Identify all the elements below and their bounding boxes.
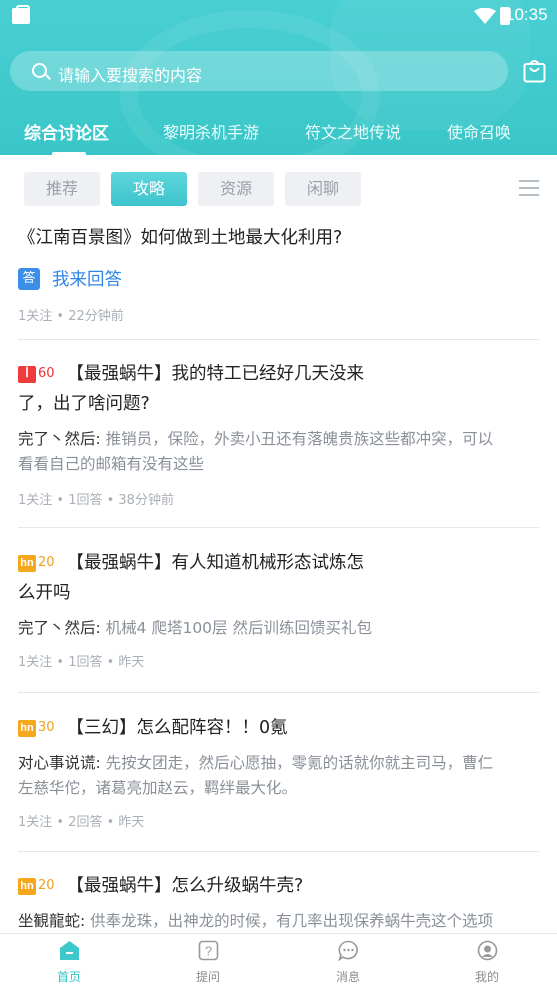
question-meta: 1关注 • 1回答 • 38分钟前 [18, 493, 174, 508]
question-title[interactable]: hn 30 【三幻】怎么配阵容！！0氪 [18, 713, 539, 743]
answer-preview[interactable]: 完了丶然后: 推销员，保险，外卖小丑还有落魄贵族这些都冲突，可以 [18, 427, 539, 452]
tab-dead-by-daylight-mobile[interactable]: 黎明杀机手游 [163, 119, 259, 143]
reward-badge-icon: hn [18, 878, 36, 895]
answer-button[interactable]: 答 我来回答 [18, 266, 539, 291]
wifi-icon [474, 8, 496, 24]
reward-points: 30 [38, 720, 55, 735]
divider [18, 851, 539, 852]
answer-user: 坐観龍蛇: [18, 912, 86, 930]
question-item[interactable]: ꟾ 60 【最强蜗牛】我的特工已经好几天没来 了，出了啥问题? 完了丶然后: 推销员… [18, 359, 539, 508]
answer-text: 先按女团走，然后心愿抽，零氪的话就你就主司马，曹仁 [105, 754, 494, 772]
nav-ask[interactable]: ? 提问 [168, 934, 248, 992]
home-icon [60, 941, 79, 960]
filter-recommended[interactable]: 推荐 [24, 172, 100, 206]
question-title-line1: 【三幻】怎么配阵容！！0氪 [66, 718, 288, 738]
reward-badge-icon: hn [18, 720, 36, 737]
nav-label: 消息 [335, 970, 360, 984]
menu-icon[interactable] [519, 180, 539, 198]
nav-profile[interactable]: 我的 [447, 934, 527, 992]
reward-badge-icon: hn [18, 555, 36, 572]
answer-text: 机械4 爬塔100层 然后训练回馈买礼包 [105, 619, 372, 637]
answer-preview[interactable]: 完了丶然后: 机械4 爬塔100层 然后训练回馈买礼包 [18, 616, 539, 641]
nav-label: 首页 [56, 970, 81, 984]
tab-legends-of-runeterra[interactable]: 符文之地传说 [305, 119, 401, 143]
category-tabs: 综合讨论区 黎明杀机手游 符文之地传说 使命召唤 [0, 112, 557, 155]
bottom-navigation: 首页 ? 提问 消息 我的 [0, 933, 557, 991]
question-title[interactable]: hn 20 【最强蜗牛】怎么升级蜗牛壳? [18, 871, 539, 901]
question-item[interactable]: 《江南百景图》如何做到土地最大化利用? 答 我来回答 1关注 • 22分钟前 [18, 223, 539, 324]
bag-notification-icon [12, 5, 30, 24]
answer-text: 推销员，保险，外卖小丑还有落魄贵族这些都冲突，可以 [105, 430, 494, 448]
question-title[interactable]: 《江南百景图》如何做到土地最大化利用? [18, 223, 539, 253]
nav-messages[interactable]: 消息 [308, 934, 388, 992]
question-feed: 《江南百景图》如何做到土地最大化利用? 答 我来回答 1关注 • 22分钟前 ꟾ… [0, 217, 557, 933]
answer-label: 我来回答 [52, 270, 122, 290]
search-icon [32, 63, 47, 78]
filter-chat[interactable]: 闲聊 [285, 172, 361, 206]
divider [18, 339, 539, 340]
reward-points: 60 [38, 366, 55, 381]
question-icon: ? [198, 940, 219, 961]
question-meta: 1关注 • 1回答 • 昨天 [18, 655, 145, 670]
question-item[interactable]: hn 20 【最强蜗牛】怎么升级蜗牛壳? 坐観龍蛇: 供奉龙珠，出神龙的时候，有几率… [18, 871, 539, 933]
question-title-line2: 了，出了啥问题? [18, 394, 150, 414]
nav-home[interactable]: 首页 [29, 934, 109, 992]
filter-resources[interactable]: 资源 [198, 172, 274, 206]
question-title[interactable]: hn 20 【最强蜗牛】有人知道机械形态试炼怎 [18, 548, 539, 578]
filter-bar: 推荐 攻略 资源 闲聊 [0, 155, 557, 217]
divider [18, 527, 539, 528]
reward-points: 20 [38, 878, 55, 893]
question-title-line1: 【最强蜗牛】怎么升级蜗牛壳? [66, 876, 304, 896]
answer-user: 完了丶然后: [18, 430, 101, 448]
answer-preview[interactable]: 坐観龍蛇: 供奉龙珠，出神龙的时候，有几率出现保养蜗牛壳这个选项 [18, 909, 539, 933]
tab-call-of-duty[interactable]: 使命召唤 [447, 119, 511, 143]
status-time: 10:35 [505, 5, 548, 24]
svg-text:?: ? [205, 944, 212, 959]
filter-guides[interactable]: 攻略 [111, 172, 187, 206]
shopping-bag-icon[interactable] [523, 58, 546, 83]
answer-user: 对心事说谎: [18, 754, 101, 772]
question-title-line1: 【最强蜗牛】我的特工已经好几天没来 [66, 364, 365, 384]
question-title[interactable]: ꟾ 60 【最强蜗牛】我的特工已经好几天没来 [18, 359, 539, 389]
answer-preview-line2: 左慈华佗，诸葛亮加赵云，羁绊最大化。 [18, 779, 298, 797]
header: 10:35 请输入要搜索的内容 综合讨论区 黎明杀机手游 符文之地传说 使命召唤 [0, 0, 557, 155]
nav-label: 我的 [474, 970, 499, 984]
status-bar: 10:35 [0, 0, 557, 32]
reward-points: 20 [38, 555, 55, 570]
message-icon [338, 940, 358, 961]
answer-preview[interactable]: 对心事说谎: 先按女团走，然后心愿抽，零氪的话就你就主司马，曹仁 [18, 751, 539, 776]
question-title-line1: 【最强蜗牛】有人知道机械形态试炼怎 [66, 553, 365, 573]
reward-badge-icon: ꟾ [18, 366, 36, 383]
answer-icon: 答 [18, 267, 40, 290]
answer-user: 完了丶然后: [18, 619, 101, 637]
question-item[interactable]: hn 20 【最强蜗牛】有人知道机械形态试炼怎 么开吗 完了丶然后: 机械4 爬塔1… [18, 548, 539, 670]
search-placeholder: 请输入要搜索的内容 [58, 66, 203, 85]
nav-label: 提问 [195, 970, 220, 984]
search-input[interactable]: 请输入要搜索的内容 [10, 51, 508, 91]
tab-general-discussion[interactable]: 综合讨论区 [24, 119, 109, 144]
divider [18, 692, 539, 693]
answer-preview-line2: 看看自己的邮箱有没有这些 [18, 455, 205, 473]
question-item[interactable]: hn 30 【三幻】怎么配阵容！！0氪 对心事说谎: 先按女团走，然后心愿抽，零氪的… [18, 713, 539, 830]
profile-icon [477, 940, 498, 961]
answer-text: 供奉龙珠，出神龙的时候，有几率出现保养蜗牛壳这个选项 [90, 912, 494, 930]
question-meta: 1关注 • 22分钟前 [18, 309, 124, 324]
question-title-line2: 么开吗 [18, 583, 71, 603]
question-meta: 1关注 • 2回答 • 昨天 [18, 815, 145, 830]
